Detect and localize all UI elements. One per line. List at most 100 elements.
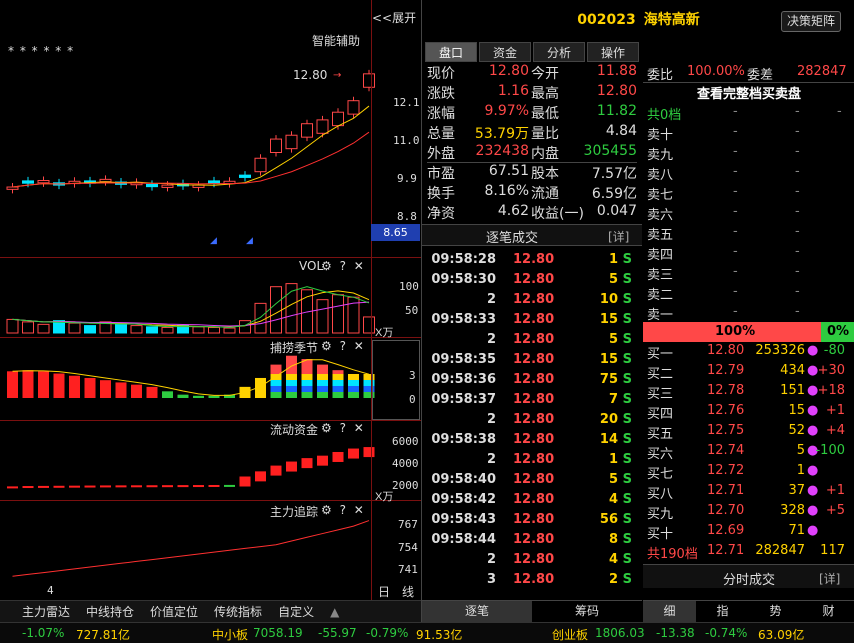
pane-controls[interactable]: ⚙ ? ✕: [321, 503, 366, 517]
pane-divider: [0, 337, 421, 338]
high-price-label: 12.80: [293, 68, 328, 82]
tab-operate[interactable]: 操作: [587, 42, 639, 62]
volume-bar: [270, 286, 282, 334]
tick-price: 12.80: [513, 572, 555, 587]
flow-bar: [146, 485, 158, 488]
ma5-line: [12, 105, 370, 188]
season-bar: [332, 392, 344, 398]
ticks-detail-link[interactable]: [详]: [608, 228, 629, 245]
tab-value[interactable]: 价值定位: [142, 603, 206, 620]
index-pct: -0.79%: [366, 626, 409, 640]
kline-candle: [99, 178, 112, 183]
index-amount: 727.81亿: [76, 628, 130, 642]
tick-row: 09:58:42 12.80 4 S: [422, 492, 642, 512]
flow-bar: [270, 465, 282, 476]
tab-detail[interactable]: 细: [643, 601, 696, 622]
index-name[interactable]: 创业板: [552, 626, 588, 643]
buy-level-label: 买五: [647, 427, 674, 442]
buy-price: 12.78: [707, 383, 745, 398]
decision-matrix-button[interactable]: 决策矩阵: [781, 11, 841, 32]
buy-level-row: 买八 12.71 37 ● +1: [643, 483, 854, 503]
sell-level-label: 卖四: [647, 248, 674, 263]
tick-price: 12.80: [513, 432, 555, 447]
expand-button[interactable]: <<展开: [372, 9, 416, 26]
tick-side: S: [622, 532, 632, 547]
empty-cell: -: [733, 244, 738, 259]
track-axis-label: 767: [398, 518, 418, 531]
tab-pankou[interactable]: 盘口: [425, 42, 477, 62]
season-bar: [286, 392, 297, 398]
change-dot-icon: ●: [807, 503, 819, 518]
quote-tabs: 盘口 资金 分析 操作: [425, 42, 641, 62]
buy-change: +30: [817, 363, 845, 378]
flow-bar: [332, 451, 344, 462]
tick-side: S: [622, 292, 632, 307]
tab-finance[interactable]: 财: [802, 601, 854, 622]
sell-level-row: 卖一 - -: [643, 304, 854, 324]
tick-time: 09:58:30: [431, 272, 496, 287]
tab-custom[interactable]: 自定义: [270, 603, 322, 620]
volume-bar: [146, 326, 158, 334]
chart-area[interactable]: ◢ ◢ → <<展开 智能辅助 * * * * * * 12.80 12.1 11.…: [0, 0, 421, 600]
volume-bar: [254, 302, 267, 334]
quote-value: 305455: [583, 143, 637, 159]
tab-trend[interactable]: 势: [749, 601, 802, 622]
period-line[interactable]: 线: [402, 583, 414, 600]
index-price: 7058.19: [253, 626, 303, 640]
buy-total-row: 共190档 12.71 282847 117: [643, 543, 854, 563]
track-line: [12, 520, 370, 577]
tab-traditional[interactable]: 传统指标: [206, 603, 270, 620]
tick-side: S: [622, 552, 632, 567]
season-bar: [115, 382, 127, 398]
flow-bar: [208, 484, 220, 487]
tab-funds[interactable]: 资金: [479, 42, 531, 62]
quote-label: 流通: [531, 186, 559, 202]
tick-row: 09:58:35 12.80 15 S: [422, 352, 642, 372]
buy-level-label: 买十: [647, 527, 674, 542]
period-day[interactable]: 日: [378, 583, 390, 600]
quote-label: 净资: [427, 206, 455, 222]
quote-value: 12.80: [488, 63, 529, 79]
track-title: 主力追踪: [270, 505, 319, 519]
buy-level-label: 买八: [647, 487, 674, 502]
tick-time: 2: [486, 552, 496, 567]
minute-detail-link[interactable]: [详]: [819, 570, 840, 587]
sell-total-row: 共0档 - - -: [643, 104, 854, 124]
pane-controls[interactable]: ⚙ ? ✕: [321, 259, 366, 273]
assist-label[interactable]: 智能辅助: [312, 32, 360, 49]
sell-level-label: 卖五: [647, 228, 674, 243]
tab-holdings[interactable]: 中线持仓: [78, 603, 142, 620]
tab-index[interactable]: 指: [696, 601, 749, 622]
quote-value: 8.16%: [484, 183, 529, 199]
season-bar: [317, 364, 328, 374]
scroll-up-icon[interactable]: ▲: [322, 605, 347, 619]
quote-value: 6.59亿: [591, 186, 637, 202]
volume-bar: [363, 316, 375, 334]
pane-controls[interactable]: ⚙ ? ✕: [321, 339, 366, 353]
tick-row: 2 12.80 10 S: [422, 292, 642, 312]
tab-ticks[interactable]: 逐笔: [422, 601, 532, 622]
pane-controls[interactable]: ⚙ ? ✕: [321, 421, 366, 435]
tab-chips[interactable]: 筹码: [532, 601, 642, 622]
empty-cell: -: [733, 184, 738, 199]
tab-analysis[interactable]: 分析: [533, 42, 585, 62]
empty-cell: -: [795, 164, 800, 179]
quote-value: 53.79万: [474, 126, 529, 142]
index-name[interactable]: 中小板: [212, 626, 248, 643]
full-orderbook-label[interactable]: 查看完整档买卖盘: [643, 83, 854, 102]
tab-radar[interactable]: 主力雷达: [0, 603, 78, 620]
tick-row: 2 12.80 4 S: [422, 552, 642, 572]
kline-candle: [239, 174, 251, 178]
buy-change: +1: [825, 483, 845, 498]
season-bar: [270, 386, 282, 392]
period-selector[interactable]: 日 线: [372, 583, 420, 600]
flow-bar: [177, 485, 189, 488]
tick-time: 09:58:28: [431, 252, 496, 267]
buy-change: -100: [815, 443, 845, 458]
quote-label: 总量: [427, 126, 455, 142]
empty-cell: -: [733, 144, 738, 159]
full-orderbook-link[interactable]: 查看完整档买卖盘: [643, 83, 854, 103]
quote-value: 232438: [475, 143, 529, 159]
empty-cell: -: [837, 104, 842, 119]
volume-bar: [161, 326, 174, 334]
